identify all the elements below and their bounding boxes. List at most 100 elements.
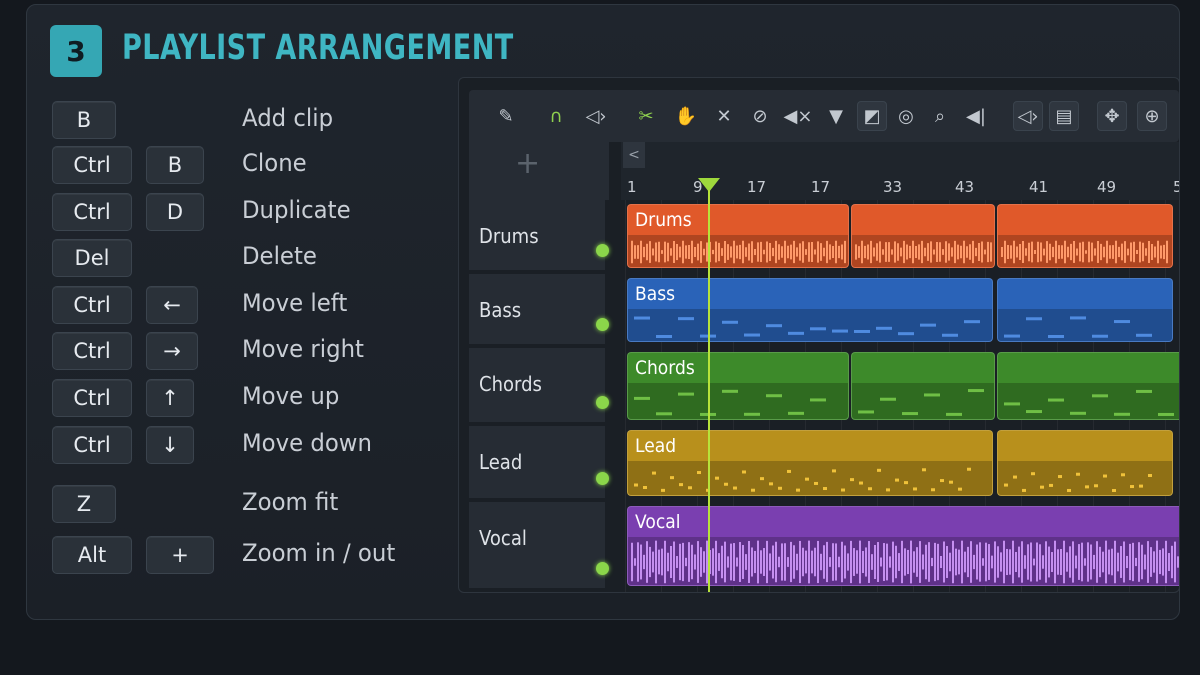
key-cap: Ctrl: [52, 426, 132, 464]
clip-chords[interactable]: [997, 352, 1179, 420]
clip-chords[interactable]: [851, 352, 995, 420]
key-cap: ←: [146, 286, 198, 324]
clip-bass[interactable]: Bass: [627, 278, 993, 342]
ruler-bar-number: 17: [811, 178, 831, 196]
ruler-bar-number: 41: [1029, 178, 1049, 196]
page-title: PLAYLIST ARRANGEMENT: [122, 28, 514, 68]
ruler-bar-number: 33: [883, 178, 903, 196]
clip-label: Lead: [635, 435, 677, 457]
shortcut-action-label: Zoom in / out: [242, 539, 396, 567]
slip-icon[interactable]: ◩: [857, 101, 887, 131]
note-pattern: [998, 309, 1172, 341]
scissors-icon[interactable]: ✂: [631, 101, 661, 131]
ruler-bar-number: 49: [1097, 178, 1117, 196]
note-pattern: [628, 461, 992, 495]
key-cap: +: [146, 536, 214, 574]
add-track-button[interactable]: +: [515, 146, 540, 181]
track-header-lead[interactable]: Lead: [469, 426, 609, 500]
key-cap: Z: [52, 485, 116, 523]
key-cap: ↓: [146, 426, 194, 464]
ruler-bar-number: 57: [1173, 178, 1179, 196]
track-header-chords[interactable]: Chords: [469, 348, 609, 424]
waveform: [998, 235, 1172, 267]
tool-wrench-icon[interactable]: ✎: [491, 101, 521, 131]
playlist-window: ✎ ∩ ◁› ✂ ✋ ✕ ⊘ ◀× ▼ ◩ ◎ ⌕ ◀| ◁› ▤ ✥ ⊕ + < 1 9 17 17 33 43 41 49…: [458, 77, 1180, 593]
ruler-scroll-left-button[interactable]: <: [623, 142, 645, 168]
playlist-toolbar: ✎ ∩ ◁› ✂ ✋ ✕ ⊘ ◀× ▼ ◩ ◎ ⌕ ◀| ◁› ▤ ✥ ⊕: [469, 90, 1179, 142]
ruler-bar-number: 1: [627, 178, 637, 196]
key-cap: B: [52, 101, 116, 139]
slice-icon[interactable]: ✕: [709, 101, 739, 131]
track-enable-led[interactable]: [596, 396, 609, 409]
track-header-vocal[interactable]: Vocal: [469, 502, 609, 590]
key-cap: Ctrl: [52, 379, 132, 417]
clip-label: Drums: [635, 209, 692, 231]
key-cap: Ctrl: [52, 332, 132, 370]
key-cap: D: [146, 193, 204, 231]
track-name: Bass: [479, 298, 522, 322]
key-cap: Del: [52, 239, 132, 277]
clip-drums[interactable]: [997, 204, 1173, 268]
track-enable-led[interactable]: [596, 472, 609, 485]
note-pattern: [628, 383, 848, 419]
clip-label: Bass: [635, 283, 676, 305]
playhead-line[interactable]: [708, 190, 710, 592]
key-cap: Ctrl: [52, 286, 132, 324]
clip-bass[interactable]: [997, 278, 1173, 342]
track-enable-led[interactable]: [596, 244, 609, 257]
audio-icon[interactable]: ◀×: [783, 101, 813, 131]
clip-chords[interactable]: Chords: [627, 352, 849, 420]
routing-icon[interactable]: ✥: [1097, 101, 1127, 131]
shortcut-action-label: Move down: [242, 429, 372, 457]
note-pattern: [628, 309, 992, 341]
note-pattern: [998, 461, 1172, 495]
waveform: [852, 235, 994, 267]
clip-lead[interactable]: Lead: [627, 430, 993, 496]
shortcut-action-label: Duplicate: [242, 196, 351, 224]
shortcut-action-label: Zoom fit: [242, 488, 339, 516]
track-name: Vocal: [479, 526, 527, 550]
speaker-left-icon[interactable]: ◁›: [581, 101, 611, 131]
loop-icon[interactable]: ◎: [891, 101, 921, 131]
track-header-bass[interactable]: Bass: [469, 274, 609, 346]
track-enable-led[interactable]: [596, 562, 609, 575]
clip-label: Chords: [635, 357, 695, 379]
key-cap: Ctrl: [52, 146, 132, 184]
step-badge: 3: [50, 25, 102, 77]
volume-icon[interactable]: ◀|: [961, 101, 991, 131]
key-cap: ↑: [146, 379, 194, 417]
track-name: Lead: [479, 450, 523, 474]
export-icon[interactable]: ▤: [1049, 101, 1079, 131]
magnet-icon[interactable]: ∩: [541, 101, 571, 131]
mute-tool-icon[interactable]: ⊘: [745, 101, 775, 131]
key-cap: Alt: [52, 536, 132, 574]
clip-drums[interactable]: [851, 204, 995, 268]
waveform: [628, 235, 848, 267]
shortcut-action-label: Move right: [242, 335, 364, 363]
ruler-bar-number: 43: [955, 178, 975, 196]
track-name: Chords: [479, 372, 542, 396]
ruler-bar-number: 17: [747, 178, 767, 196]
key-cap: Ctrl: [52, 193, 132, 231]
shortcut-action-label: Add clip: [242, 104, 334, 132]
shortcut-action-label: Clone: [242, 149, 307, 177]
track-enable-led[interactable]: [596, 318, 609, 331]
track-header-drums[interactable]: Drums: [469, 200, 609, 272]
track-header-corner: +: [469, 138, 609, 200]
waveform: [628, 537, 1179, 585]
paint-icon[interactable]: ✋: [671, 101, 701, 131]
clip-drums[interactable]: Drums: [627, 204, 849, 268]
clip-label: Vocal: [635, 511, 681, 533]
note-pattern: [852, 383, 994, 419]
zoom-icon[interactable]: ⌕: [925, 101, 955, 131]
key-cap: →: [146, 332, 198, 370]
note-pattern: [998, 383, 1179, 419]
select-icon[interactable]: ▼: [821, 101, 851, 131]
shortcut-action-label: Move left: [242, 289, 348, 317]
playback-icon[interactable]: ◁›: [1013, 101, 1043, 131]
shortcut-action-label: Move up: [242, 382, 340, 410]
track-name: Drums: [479, 224, 539, 248]
shortcut-action-label: Delete: [242, 242, 317, 270]
snap-icon[interactable]: ⊕: [1137, 101, 1167, 131]
clip-lead[interactable]: [997, 430, 1173, 496]
